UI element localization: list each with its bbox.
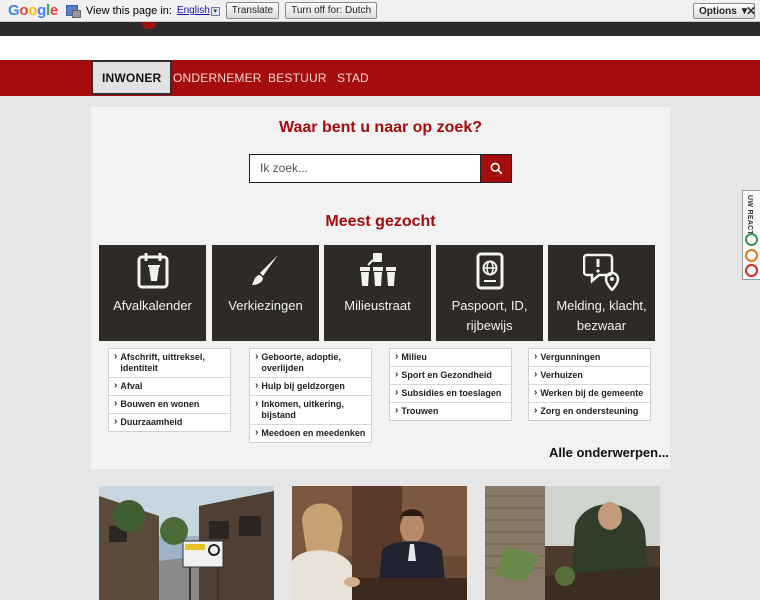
link-trouwen[interactable]: › Trouwen	[390, 403, 511, 420]
search-input[interactable]: Ik zoek...	[249, 154, 481, 183]
link-column-3: › Milieu › Sport en Gezondheid › Subsidies …	[389, 348, 512, 421]
chevron-right-icon: ›	[114, 416, 118, 427]
translate-icon	[65, 5, 81, 18]
link-inkomen[interactable]: › Inkomen, uitkering, bijstand	[250, 396, 371, 425]
news-photo-garden[interactable]	[485, 486, 660, 600]
tile-label: Milieustraat	[344, 298, 411, 313]
sad-face-icon[interactable]	[745, 264, 758, 277]
link-column-4: › Vergunningen › Verhuizen › Werken bij de …	[528, 348, 651, 421]
search-panel: Waar bent u naar op zoek? Ik zoek... Mee…	[91, 107, 670, 469]
chevron-right-icon: ›	[395, 369, 399, 380]
link-milieu[interactable]: › Milieu	[390, 349, 511, 367]
chevron-right-icon: ›	[534, 369, 538, 380]
happy-face-icon[interactable]	[745, 233, 758, 246]
pen-brush-icon	[251, 255, 278, 285]
tile-label: Afvalkalender	[113, 298, 192, 313]
nav-item-inwoner[interactable]: INWONER	[91, 60, 173, 95]
link-afval[interactable]: › Afval	[109, 378, 230, 396]
site-header-strip	[0, 22, 760, 36]
news-photo-street[interactable]	[99, 486, 274, 600]
link-geboorte[interactable]: › Geboorte, adoptie, overlijden	[250, 349, 371, 378]
tile-label: Melding, klacht, bezwaar	[556, 298, 647, 333]
most-searched-heading: Meest gezocht	[325, 213, 436, 230]
link-werken[interactable]: › Werken bij de gemeente	[529, 385, 650, 403]
search-icon	[490, 162, 502, 175]
passport-icon	[476, 252, 503, 290]
chevron-right-icon: ›	[534, 351, 538, 362]
link-subsidies[interactable]: › Subsidies en toeslagen	[390, 385, 511, 403]
tile-melding[interactable]: Melding, klacht, bezwaar	[548, 245, 655, 341]
chevron-down-icon[interactable]: ▾	[210, 7, 220, 16]
tile-milieustraat[interactable]: Milieustraat	[324, 245, 431, 341]
chevron-right-icon: ›	[395, 351, 399, 362]
link-column-1: › Afschrift, uittreksel, identiteit › Afva…	[108, 348, 231, 432]
translate-bar: Google View this page in: English ▾ Tran…	[0, 0, 760, 22]
news-photo-meeting[interactable]	[292, 486, 467, 600]
close-icon[interactable]: ✕	[746, 4, 756, 18]
chevron-right-icon: ›	[114, 380, 118, 391]
search-heading: Waar bent u naar op zoek?	[279, 119, 482, 136]
feedback-tab[interactable]: UW REACTIE	[742, 190, 760, 280]
google-logo: Google	[8, 2, 58, 19]
calendar-icon	[137, 253, 168, 289]
view-page-in-text: View this page in:	[85, 4, 172, 17]
garden-photo-image	[485, 486, 660, 600]
report-location-icon	[582, 253, 619, 291]
chevron-right-icon: ›	[255, 380, 259, 391]
link-meedoen[interactable]: › Meedoen en meedenken	[250, 425, 371, 442]
chevron-right-icon: ›	[534, 405, 538, 416]
search-button[interactable]	[481, 154, 512, 183]
link-bouwen-wonen[interactable]: › Bouwen en wonen	[109, 396, 230, 414]
chevron-right-icon: ›	[534, 387, 538, 398]
link-vergunningen[interactable]: › Vergunningen	[529, 349, 650, 367]
nav-item-bestuur[interactable]: BESTUUR	[268, 60, 327, 96]
chevron-right-icon: ›	[255, 427, 259, 438]
nav-item-stad[interactable]: STAD	[337, 60, 369, 96]
tile-label: Verkiezingen	[228, 298, 303, 313]
chevron-right-icon: ›	[255, 398, 259, 409]
link-column-2: › Geboorte, adoptie, overlijden › Hulp bij…	[249, 348, 372, 443]
nav-item-ondernemer[interactable]: ONDERNEMER	[173, 60, 262, 96]
link-hulp-geldzorgen[interactable]: › Hulp bij geldzorgen	[250, 378, 371, 396]
tile-label: Paspoort, ID, rijbewijs	[451, 298, 528, 333]
tile-verkiezingen[interactable]: Verkiezingen	[212, 245, 319, 341]
chevron-right-icon: ›	[255, 351, 259, 362]
all-subjects-link[interactable]: Alle onderwerpen...	[549, 445, 669, 460]
link-sport[interactable]: › Sport en Gezondheid	[390, 367, 511, 385]
chevron-right-icon: ›	[114, 351, 118, 362]
tile-paspoort[interactable]: Paspoort, ID, rijbewijs	[436, 245, 543, 341]
chevron-right-icon: ›	[114, 398, 118, 409]
main-nav: INWONER ONDERNEMER BESTUUR STAD	[0, 60, 760, 96]
street-photo-image	[99, 486, 274, 600]
tile-afvalkalender[interactable]: Afvalkalender	[99, 245, 206, 341]
language-select[interactable]: English	[177, 5, 210, 16]
link-zorg[interactable]: › Zorg en ondersteuning	[529, 403, 650, 420]
turn-off-button[interactable]: Turn off for: Dutch	[285, 2, 378, 19]
link-verhuizen[interactable]: › Verhuizen	[529, 367, 650, 385]
header-band	[0, 36, 760, 60]
recycling-containers-icon	[359, 253, 396, 286]
link-afschrift[interactable]: › Afschrift, uittreksel, identiteit	[109, 349, 230, 378]
chevron-right-icon: ›	[395, 405, 399, 416]
neutral-face-icon[interactable]	[745, 249, 758, 262]
site-logo-fragment	[142, 22, 156, 29]
chevron-right-icon: ›	[395, 387, 399, 398]
meeting-photo-image	[292, 486, 467, 600]
translate-button[interactable]: Translate	[225, 2, 280, 19]
link-duurzaamheid[interactable]: › Duurzaamheid	[109, 414, 230, 431]
